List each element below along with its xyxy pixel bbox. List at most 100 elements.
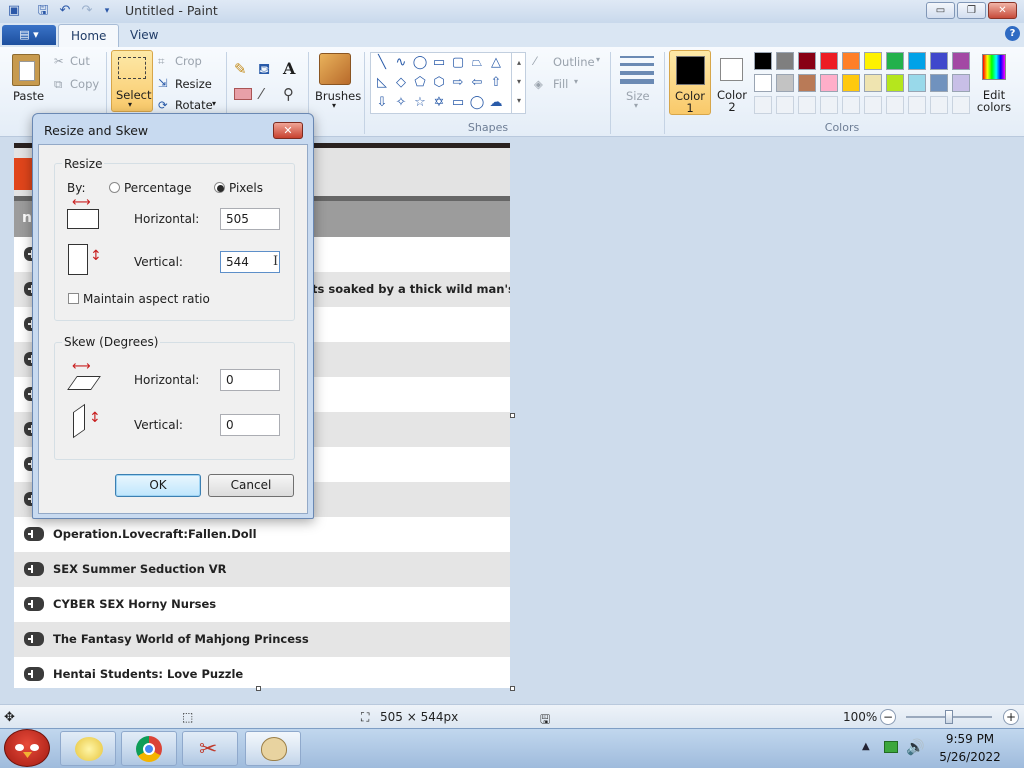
palette-swatch[interactable] (952, 52, 970, 70)
down-arrow-shape-icon[interactable]: ⇩ (374, 95, 390, 111)
pencil-icon[interactable]: ✎ (234, 60, 247, 78)
resize-horizontal-input[interactable]: 505 (220, 208, 280, 230)
size-icon[interactable] (620, 54, 654, 84)
palette-swatch[interactable] (930, 52, 948, 70)
taskbar-app-chrome[interactable] (121, 731, 177, 766)
palette-swatch[interactable] (776, 74, 794, 92)
copy-button[interactable]: Copy (70, 77, 99, 91)
outline-button[interactable]: Outline (553, 55, 595, 69)
palette-empty-slot[interactable] (930, 96, 948, 114)
palette-empty-slot[interactable] (864, 96, 882, 114)
pixels-radio[interactable] (214, 182, 225, 193)
resize-handle-corner[interactable] (510, 686, 515, 691)
crop-icon[interactable]: ⌗ (158, 54, 164, 69)
palette-swatch[interactable] (886, 52, 904, 70)
palette-swatch[interactable] (798, 74, 816, 92)
paste-button[interactable]: Paste (13, 89, 44, 103)
palette-swatch[interactable] (776, 52, 794, 70)
save-icon[interactable]: 🖫 (35, 3, 51, 19)
five-point-star-shape-icon[interactable]: ☆ (412, 95, 428, 111)
color-picker-icon[interactable]: ⁄ (260, 85, 263, 103)
fill-button[interactable]: Fill (553, 77, 568, 91)
palette-swatch[interactable] (864, 74, 882, 92)
network-icon[interactable] (884, 741, 898, 753)
palette-empty-slot[interactable] (776, 96, 794, 114)
clock-time[interactable]: 9:59 PM (940, 732, 1000, 746)
line-shape-icon[interactable]: ╲ (374, 55, 390, 71)
cut-button[interactable]: Cut (70, 54, 90, 68)
eraser-icon[interactable] (234, 88, 252, 100)
rounded-callout-shape-icon[interactable]: ▭ (450, 95, 466, 111)
taskbar-app-snipping[interactable]: ✂ (182, 731, 238, 766)
palette-swatch[interactable] (820, 52, 838, 70)
oval-shape-icon[interactable]: ◯ (412, 55, 428, 71)
palette-empty-slot[interactable] (886, 96, 904, 114)
palette-empty-slot[interactable] (952, 96, 970, 114)
undo-icon[interactable]: ↶ (57, 3, 73, 19)
pixels-label[interactable]: Pixels (229, 181, 263, 195)
palette-empty-slot[interactable] (908, 96, 926, 114)
six-point-star-shape-icon[interactable]: ✡ (431, 95, 447, 111)
palette-swatch[interactable] (820, 74, 838, 92)
four-point-star-shape-icon[interactable]: ✧ (393, 95, 409, 111)
crop-button[interactable]: Crop (175, 54, 202, 68)
palette-swatch[interactable] (908, 74, 926, 92)
text-tool-icon[interactable]: A (283, 59, 295, 78)
cloud-callout-shape-icon[interactable]: ☁ (488, 95, 504, 111)
rotate-dropdown-icon[interactable]: ▾ (212, 99, 216, 108)
tab-home[interactable]: Home (58, 24, 120, 47)
resize-vertical-input[interactable]: 544 (220, 251, 280, 273)
palette-swatch[interactable] (842, 74, 860, 92)
pentagon-shape-icon[interactable]: ⬠ (412, 75, 428, 91)
paste-icon[interactable] (12, 54, 40, 86)
edit-colors-button[interactable]: Edit colors (976, 89, 1012, 113)
maintain-aspect-label[interactable]: Maintain aspect ratio (83, 292, 210, 306)
skew-vertical-input[interactable]: 0 (220, 414, 280, 436)
dialog-close-button[interactable]: ✕ (273, 122, 303, 139)
restore-button[interactable]: ❐ (957, 2, 986, 19)
rotate-button[interactable]: Rotate (175, 98, 213, 112)
edit-colors-icon[interactable] (982, 54, 1006, 80)
cut-icon[interactable]: ✂ (54, 54, 64, 68)
resize-handle-right[interactable] (510, 413, 515, 418)
fill-dropdown-icon[interactable]: ▾ (574, 77, 578, 86)
start-button-icon[interactable] (4, 729, 50, 767)
resize-button[interactable]: Resize (175, 77, 212, 91)
palette-swatch[interactable] (908, 52, 926, 70)
brushes-dropdown-icon[interactable]: ▾ (332, 101, 336, 110)
minimize-button[interactable]: ▭ (926, 2, 955, 19)
palette-swatch[interactable] (930, 74, 948, 92)
palette-empty-slot[interactable] (798, 96, 816, 114)
fill-bucket-icon[interactable]: ⛾ (258, 60, 270, 80)
outline-icon[interactable]: ⁄ (534, 54, 536, 68)
triangle-shape-icon[interactable]: △ (488, 55, 504, 71)
percentage-label[interactable]: Percentage (124, 181, 192, 195)
palette-swatch[interactable] (864, 52, 882, 70)
palette-swatch[interactable] (754, 74, 772, 92)
resize-icon[interactable]: ⇲ (158, 76, 168, 90)
magnifier-icon[interactable]: ⚲ (283, 85, 294, 103)
select-button[interactable]: Select ▾ (111, 50, 153, 112)
brushes-icon[interactable] (319, 53, 351, 85)
cancel-button[interactable]: Cancel (208, 474, 294, 497)
right-arrow-shape-icon[interactable]: ⇨ (450, 75, 466, 91)
zoom-slider-thumb[interactable] (945, 710, 953, 724)
palette-empty-slot[interactable] (754, 96, 772, 114)
zoom-out-button[interactable]: − (880, 709, 896, 725)
customize-dropdown-icon[interactable]: ▾ (99, 3, 115, 19)
percentage-radio[interactable] (109, 182, 120, 193)
curve-shape-icon[interactable]: ∿ (393, 55, 409, 71)
color2-button[interactable]: Color 2 (712, 50, 752, 115)
maintain-aspect-checkbox[interactable] (68, 293, 79, 304)
palette-empty-slot[interactable] (820, 96, 838, 114)
tab-view[interactable]: View (118, 24, 170, 47)
palette-empty-slot[interactable] (842, 96, 860, 114)
skew-horizontal-input[interactable]: 0 (220, 369, 280, 391)
rectangle-shape-icon[interactable]: ▭ (431, 55, 447, 71)
brushes-button[interactable]: Brushes (315, 89, 361, 103)
diamond-shape-icon[interactable]: ◇ (393, 75, 409, 91)
color1-button[interactable]: Color 1 (669, 50, 711, 115)
palette-swatch[interactable] (886, 74, 904, 92)
copy-icon[interactable]: ⧉ (54, 77, 62, 92)
paint-app-icon[interactable]: ▣ (6, 3, 22, 19)
